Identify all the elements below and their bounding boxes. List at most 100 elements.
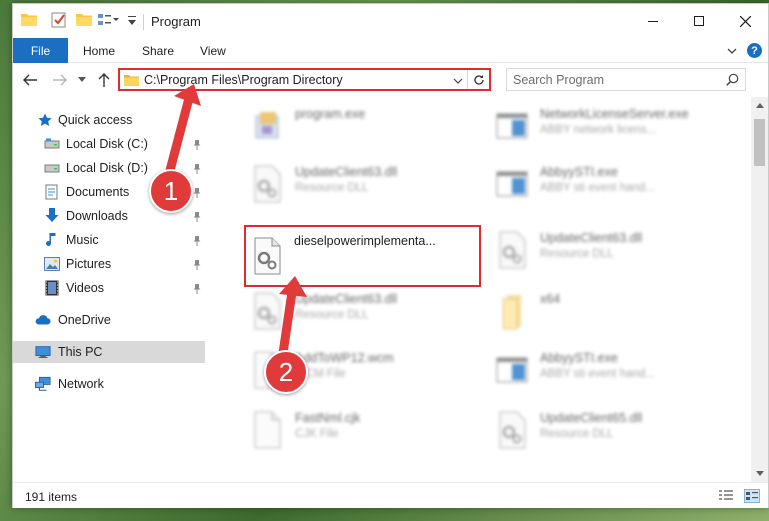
pin-icon[interactable] (193, 211, 201, 222)
sidebar-item-label: Documents (66, 185, 130, 199)
search-icon[interactable] (726, 73, 739, 86)
sidebar-item-onedrive[interactable]: OneDrive (13, 309, 205, 331)
file-type: Resource DLL (540, 428, 614, 440)
file-type: ABBY sti event hand... (540, 368, 655, 380)
help-icon[interactable]: ? (747, 43, 762, 58)
recent-locations-button[interactable] (76, 71, 88, 89)
dll-icon (495, 230, 529, 270)
chevron-down-icon[interactable] (127, 14, 137, 28)
file-type: Resource DLL (295, 309, 369, 321)
file-name: UpdateClient63.dll (295, 165, 398, 179)
chevron-down-icon[interactable] (453, 75, 463, 85)
pin-icon[interactable] (193, 187, 201, 198)
file-name: NetworkLicenseServer.exe (540, 107, 689, 121)
scroll-up-button[interactable] (751, 97, 768, 114)
download-icon (44, 208, 60, 224)
star-icon (37, 112, 53, 128)
sidebar-item-music[interactable]: Music (13, 229, 205, 251)
tab-share[interactable]: Share (142, 44, 174, 58)
pin-icon[interactable] (193, 283, 201, 294)
refresh-button[interactable] (467, 70, 489, 89)
sidebar-item-local-disk-c[interactable]: Local Disk (C:) (13, 133, 205, 155)
scrollbar-thumb[interactable] (754, 119, 765, 166)
file-item[interactable]: AbbyySTI.exe ABBY sti event hand... (475, 343, 715, 398)
sidebar-item-label: Pictures (66, 257, 112, 271)
tab-view[interactable]: View (200, 44, 226, 58)
folder-icon (495, 291, 529, 331)
forward-button[interactable] (51, 71, 69, 89)
tab-file[interactable]: File (13, 38, 68, 63)
file-name: dieselpowerimplementa... (294, 234, 436, 248)
sidebar-item-videos[interactable]: Videos (13, 277, 205, 299)
tab-home[interactable]: Home (83, 44, 115, 58)
file-item[interactable]: UpdateClient65.dll Resource DLL (475, 403, 715, 458)
file-name: UpdateClient63.dll (295, 292, 398, 306)
file-name: UpdateClient63.dll (540, 231, 643, 245)
close-button[interactable] (722, 4, 768, 38)
documents-icon (44, 184, 60, 200)
file-item[interactable]: x64 (475, 284, 715, 339)
back-button[interactable] (21, 71, 39, 89)
details-view-button[interactable] (718, 489, 734, 503)
properties-check-icon[interactable] (51, 12, 67, 28)
step-badge-1: 1 (149, 169, 193, 213)
target-file-item[interactable]: dieselpowerimplementa... (244, 225, 481, 287)
file-item[interactable]: UpdateClient63.dll Resource DLL (230, 157, 470, 212)
navigation-bar: C:\Program Files\Program Directory (13, 63, 768, 97)
sidebar-item-label: This PC (58, 345, 103, 359)
tiles-view-icon (746, 492, 758, 500)
folder-icon (124, 74, 139, 86)
new-folder-icon[interactable] (76, 13, 92, 26)
chevron-up-icon (755, 103, 764, 108)
file-item[interactable]: NetworkLicenseServer.exe ABBY network li… (475, 99, 715, 154)
sidebar-item-label: Local Disk (C:) (66, 137, 148, 151)
address-bar[interactable]: C:\Program Files\Program Directory (118, 68, 491, 91)
navigation-pane: Quick access Local Disk (C:) Local Disk … (13, 97, 205, 482)
file-item[interactable]: FastNml.cjk CJK File (230, 403, 470, 458)
explorer-window: Program File Home Share View ? C:\Progra… (12, 3, 769, 508)
title-divider (143, 14, 144, 30)
chevron-down-icon (78, 77, 86, 82)
close-icon (739, 15, 751, 27)
vertical-scrollbar[interactable] (751, 97, 768, 482)
file-item[interactable]: UpdateClient63.dll Resource DLL (230, 284, 470, 339)
sidebar-item-label: Videos (66, 281, 104, 295)
cloud-icon (35, 312, 51, 328)
expand-ribbon-icon[interactable] (726, 45, 738, 57)
step-badge-2: 2 (264, 350, 308, 394)
sidebar-item-pictures[interactable]: Pictures (13, 253, 205, 275)
file-name: AbbyySTI.exe (540, 351, 618, 365)
pictures-icon (44, 256, 60, 272)
scroll-down-button[interactable] (751, 465, 768, 482)
sidebar-item-label: Local Disk (D:) (66, 161, 148, 175)
search-box[interactable] (506, 68, 746, 91)
file-name: AbbyySTI.exe (540, 165, 618, 179)
pin-icon[interactable] (193, 259, 201, 270)
up-button[interactable] (95, 71, 113, 89)
quick-access-customize-icon[interactable] (97, 12, 119, 28)
pin-icon[interactable] (193, 139, 201, 150)
sidebar-item-this-pc[interactable]: This PC (13, 341, 205, 363)
title-bar: Program (13, 4, 768, 38)
maximize-button[interactable] (676, 4, 722, 38)
file-item[interactable]: AbbyySTI.exe ABBY sti event hand... (475, 157, 715, 212)
sidebar-item-quick-access[interactable]: Quick access (13, 109, 205, 131)
refresh-icon (473, 74, 484, 85)
file-item[interactable]: UpdateClient63.dll Resource DLL (475, 223, 715, 278)
pin-icon[interactable] (193, 235, 201, 246)
search-input[interactable] (513, 72, 713, 87)
sidebar-item-label: Music (66, 233, 99, 247)
folder-icon[interactable] (21, 13, 37, 26)
file-type: ABBY network licens... (540, 124, 657, 136)
sidebar-item-label: OneDrive (58, 313, 111, 327)
tiles-view-button[interactable] (744, 489, 760, 503)
sidebar-item-network[interactable]: Network (13, 373, 205, 395)
minimize-button[interactable] (630, 4, 676, 38)
file-type: Resource DLL (540, 248, 614, 260)
file-item[interactable]: program.exe (230, 99, 470, 154)
chevron-down-icon (755, 471, 764, 476)
pin-icon[interactable] (193, 163, 201, 174)
ribbon-tabs: File Home Share View ? (13, 38, 768, 63)
details-view-icon (719, 490, 733, 500)
maximize-icon (694, 16, 704, 26)
